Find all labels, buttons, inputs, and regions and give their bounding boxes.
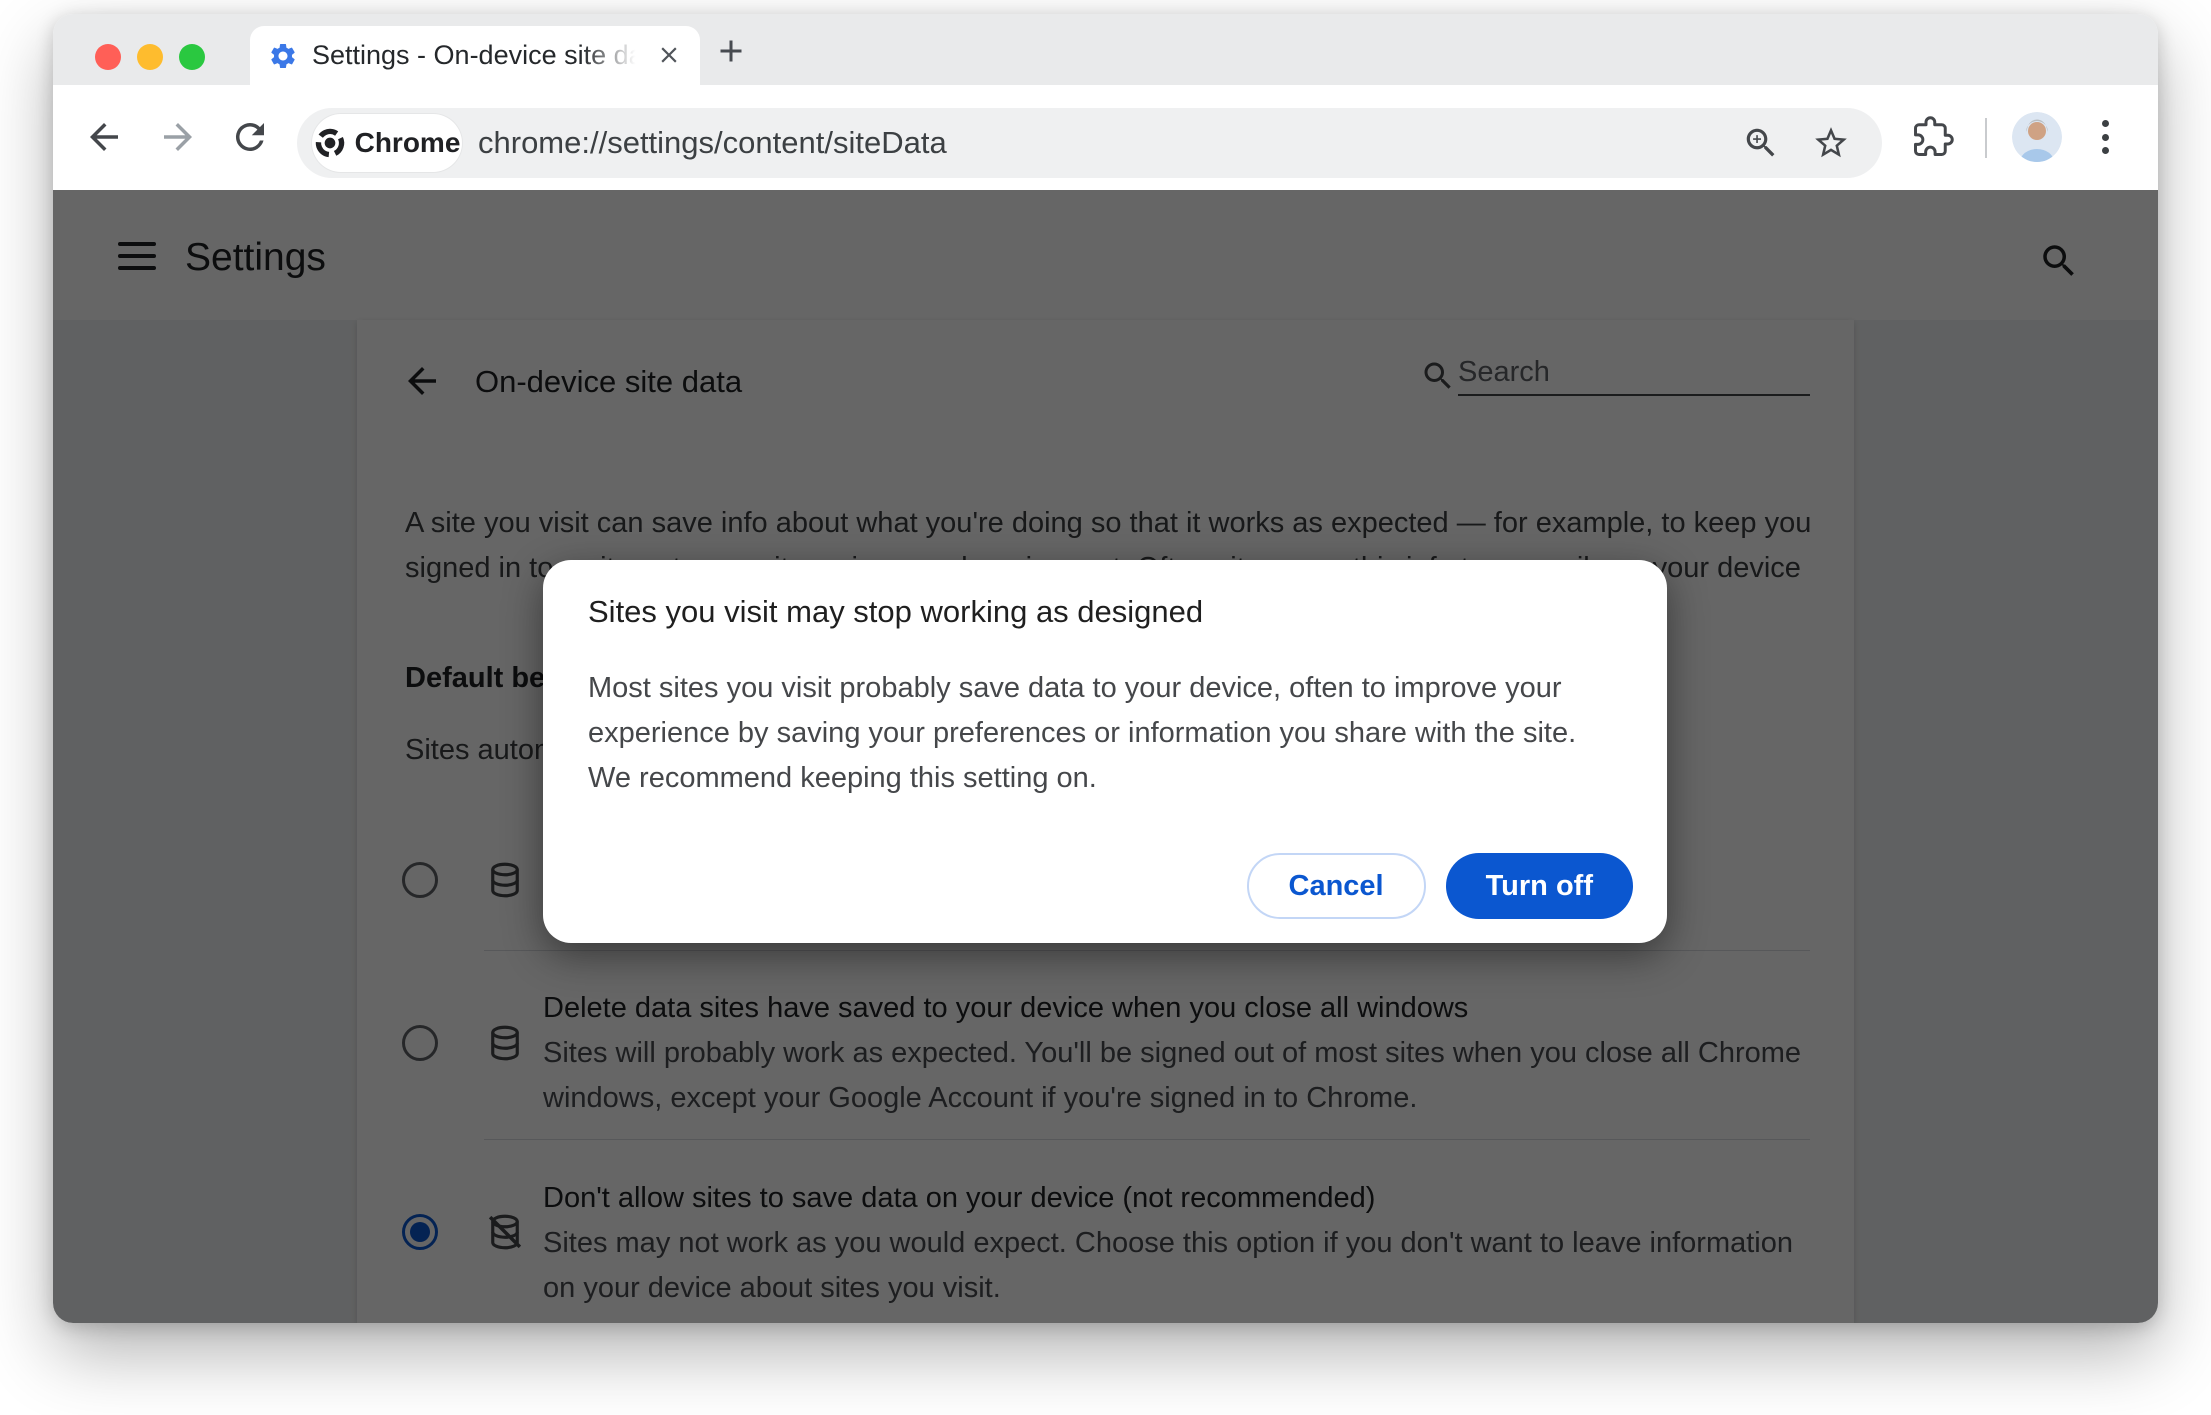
active-tab[interactable]: Settings - On-device site data <box>250 26 700 85</box>
maximize-window-button[interactable] <box>179 44 205 70</box>
close-tab-icon[interactable] <box>656 42 682 68</box>
forward-arrow-icon[interactable] <box>157 116 199 158</box>
extensions-puzzle-icon[interactable] <box>1912 116 1954 158</box>
site-chip-label: Chrome <box>354 127 461 158</box>
minimize-window-button[interactable] <box>137 44 163 70</box>
close-window-button[interactable] <box>95 44 121 70</box>
new-tab-button[interactable] <box>713 33 749 69</box>
dialog-title: Sites you visit may stop working as desi… <box>588 594 1204 629</box>
site-chip[interactable]: Chrome <box>312 114 462 172</box>
confirmation-dialog: Sites you visit may stop working as desi… <box>543 560 1667 943</box>
tab-strip: Settings - On-device site data <box>53 14 2158 85</box>
chrome-logo-icon <box>315 128 344 158</box>
address-bar[interactable]: Chrome chrome://settings/content/siteDat… <box>297 108 1882 178</box>
dialog-body: Most sites you visit probably save data … <box>588 672 1577 794</box>
gear-icon <box>271 43 295 68</box>
profile-avatar[interactable] <box>2012 112 2062 162</box>
cancel-button[interactable]: Cancel <box>1246 853 1426 919</box>
browser-toolbar: Chrome chrome://settings/content/siteDat… <box>53 85 2158 190</box>
back-arrow-icon[interactable] <box>83 116 125 158</box>
reload-icon[interactable] <box>229 116 271 158</box>
dialog-buttons: Cancel Turn off <box>1246 853 1633 919</box>
tab-title: Settings - On-device site data <box>312 40 642 70</box>
zoom-in-icon[interactable] <box>1742 124 1780 162</box>
turn-off-button[interactable]: Turn off <box>1445 853 1633 919</box>
toolbar-divider <box>1985 118 1987 158</box>
url-text[interactable]: chrome://settings/content/siteData <box>478 125 947 161</box>
bookmark-star-icon[interactable] <box>1812 124 1850 162</box>
browser-window: Settings - On-device site data Chrome ch… <box>53 14 2158 1323</box>
kebab-menu-icon[interactable] <box>2093 117 2117 157</box>
